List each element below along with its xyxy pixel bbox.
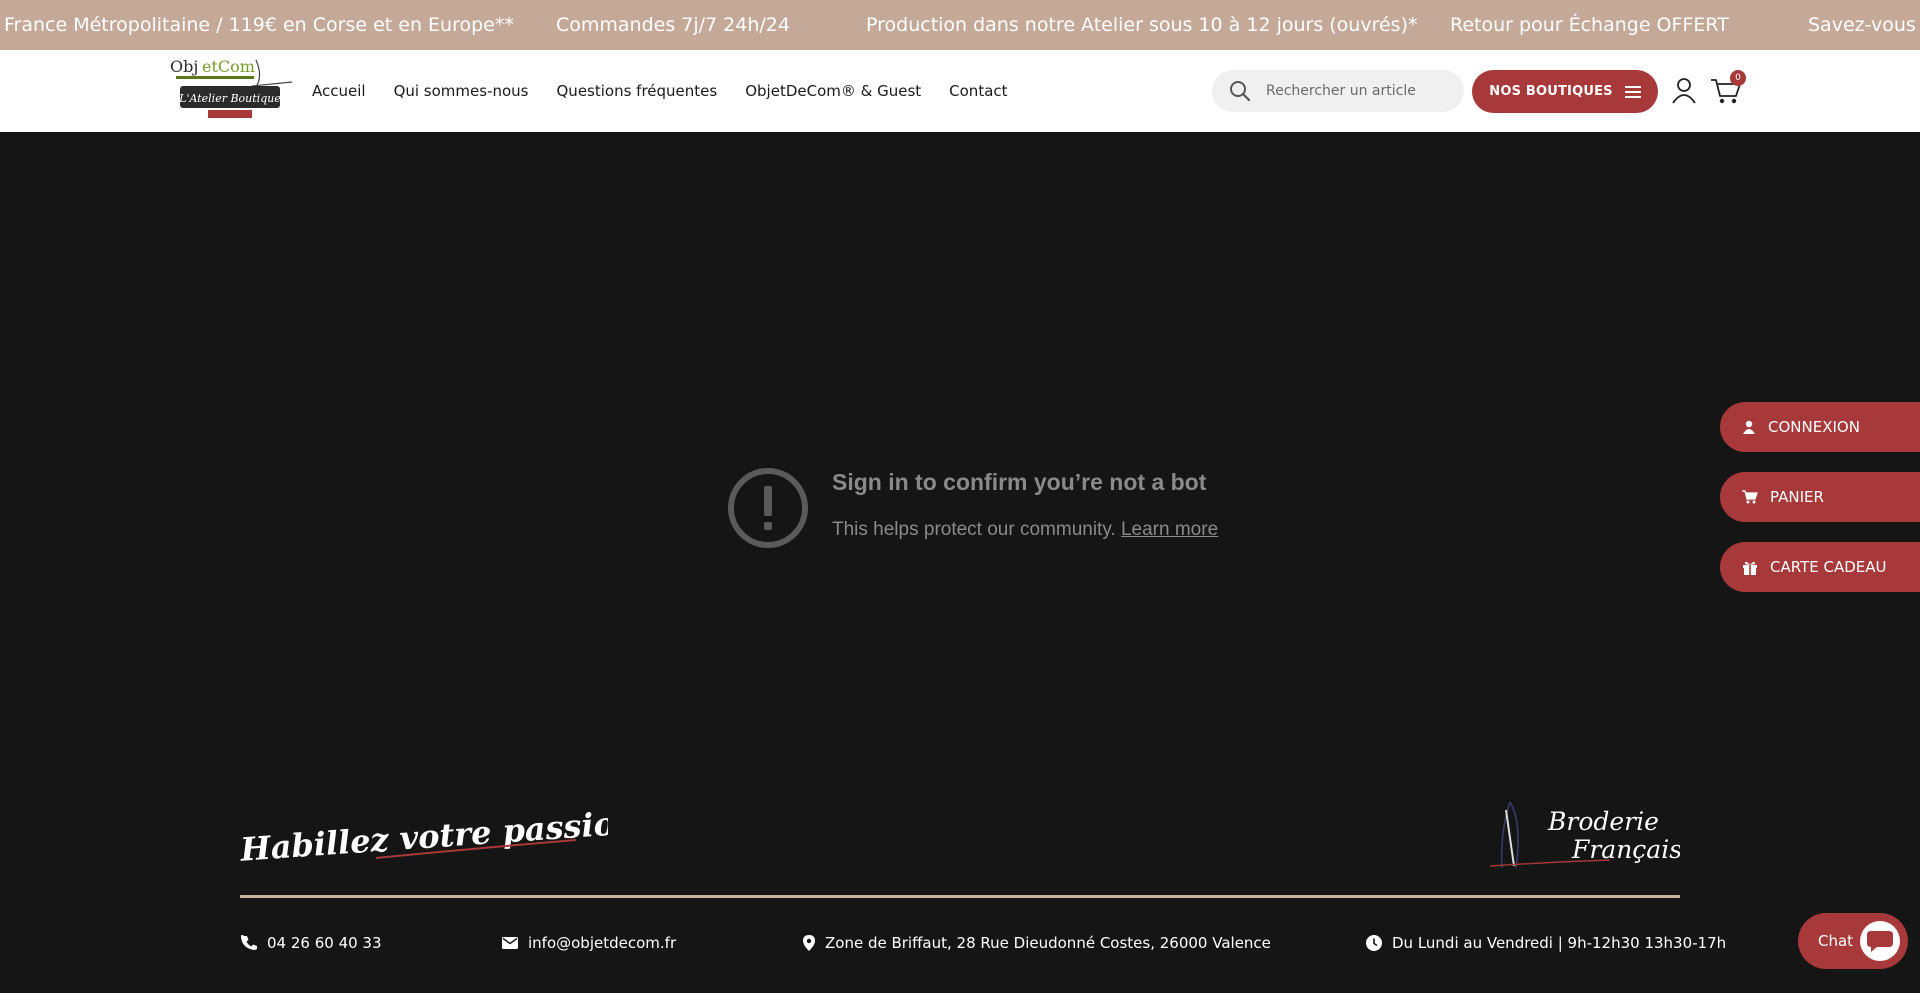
ticker-item: France Métropolitaine / 119€ en Corse et… <box>4 14 514 36</box>
connexion-label: CONNEXION <box>1768 418 1860 436</box>
bot-check-description: This helps protect our community. <box>832 519 1116 540</box>
broderie-francaise-logo: Broderie Française <box>1489 801 1680 869</box>
nav-accueil[interactable]: Accueil <box>312 82 366 100</box>
opening-hours: Du Lundi au Vendredi | 9h-12h30 13h30-17… <box>1392 934 1727 952</box>
main-nav: Accueil Qui sommes-nous Questions fréque… <box>312 50 1008 132</box>
location-pin-icon <box>803 935 815 951</box>
panier-button[interactable]: PANIER <box>1720 472 1920 522</box>
svg-text:L'Atelier Boutique: L'Atelier Boutique <box>178 92 281 105</box>
carte-cadeau-label: CARTE CADEAU <box>1770 558 1887 576</box>
site-header: Obj etCom L'Atelier Boutique Accueil Qui… <box>0 50 1920 132</box>
gift-icon <box>1743 561 1757 575</box>
announcement-ticker: France Métropolitaine / 119€ en Corse et… <box>0 0 1920 50</box>
nos-boutiques-button[interactable]: NOS BOUTIQUES <box>1472 70 1658 113</box>
svg-text:etCom: etCom <box>202 57 255 76</box>
ticker-item: Savez-vous q <box>1808 14 1920 36</box>
footer-phone[interactable]: 04 26 60 40 33 <box>241 934 382 952</box>
ticker-item: Retour pour Échange OFFERT <box>1450 14 1729 36</box>
mail-icon <box>502 937 518 949</box>
search-bar[interactable] <box>1212 70 1464 112</box>
brand-line-1: Broderie <box>1547 807 1659 836</box>
chat-bubble-icon <box>1860 921 1900 961</box>
phone-number: 04 26 60 40 33 <box>267 934 382 952</box>
nav-questions-frequentes[interactable]: Questions fréquentes <box>557 82 718 100</box>
address-text: Zone de Briffaut, 28 Rue Dieudonné Coste… <box>825 934 1271 952</box>
nos-boutiques-label: NOS BOUTIQUES <box>1489 84 1613 99</box>
cart-count-badge: 0 <box>1730 70 1746 86</box>
panier-label: PANIER <box>1770 488 1824 506</box>
footer-address[interactable]: Zone de Briffaut, 28 Rue Dieudonné Coste… <box>803 934 1271 952</box>
chat-label: Chat <box>1818 932 1854 950</box>
bot-check-title: Sign in to confirm you’re not a bot <box>832 469 1207 495</box>
carte-cadeau-button[interactable]: CARTE CADEAU <box>1720 542 1920 592</box>
search-icon[interactable] <box>1228 79 1252 103</box>
brand-line-2: Française <box>1571 835 1680 864</box>
slogan-text: Habillez votre passion ! <box>238 801 608 866</box>
connexion-button[interactable]: CONNEXION <box>1720 402 1920 452</box>
cart-icon <box>1742 490 1758 504</box>
learn-more-link[interactable]: Learn more <box>1121 519 1218 540</box>
site-logo[interactable]: Obj etCom L'Atelier Boutique <box>168 56 292 122</box>
footer-email[interactable]: info@objetdecom.fr <box>502 934 676 952</box>
footer-divider <box>240 895 1680 898</box>
svg-text:Obj: Obj <box>170 57 198 76</box>
nav-contact[interactable]: Contact <box>949 82 1007 100</box>
chat-button[interactable]: Chat <box>1798 913 1908 969</box>
search-input[interactable] <box>1266 83 1456 99</box>
menu-icon <box>1624 85 1641 98</box>
user-account-icon[interactable] <box>1670 76 1698 104</box>
phone-icon <box>241 935 257 950</box>
nav-qui-sommes-nous[interactable]: Qui sommes-nous <box>394 82 529 100</box>
email-address: info@objetdecom.fr <box>528 934 677 952</box>
nav-objetdecom-guest[interactable]: ObjetDeCom® & Guest <box>745 82 921 100</box>
alert-icon <box>728 468 808 548</box>
clock-icon <box>1366 935 1382 951</box>
ticker-item: Production dans notre Atelier sous 10 à … <box>866 14 1418 36</box>
bot-check-text: This helps protect our community. Learn … <box>832 519 1218 541</box>
ticker-item: Commandes 7j/7 24h/24 <box>556 14 790 36</box>
footer-hours: Du Lundi au Vendredi | 9h-12h30 13h30-17… <box>1366 934 1726 952</box>
slogan-wordmark: Habillez votre passion ! <box>238 801 608 866</box>
user-icon <box>1743 420 1755 434</box>
